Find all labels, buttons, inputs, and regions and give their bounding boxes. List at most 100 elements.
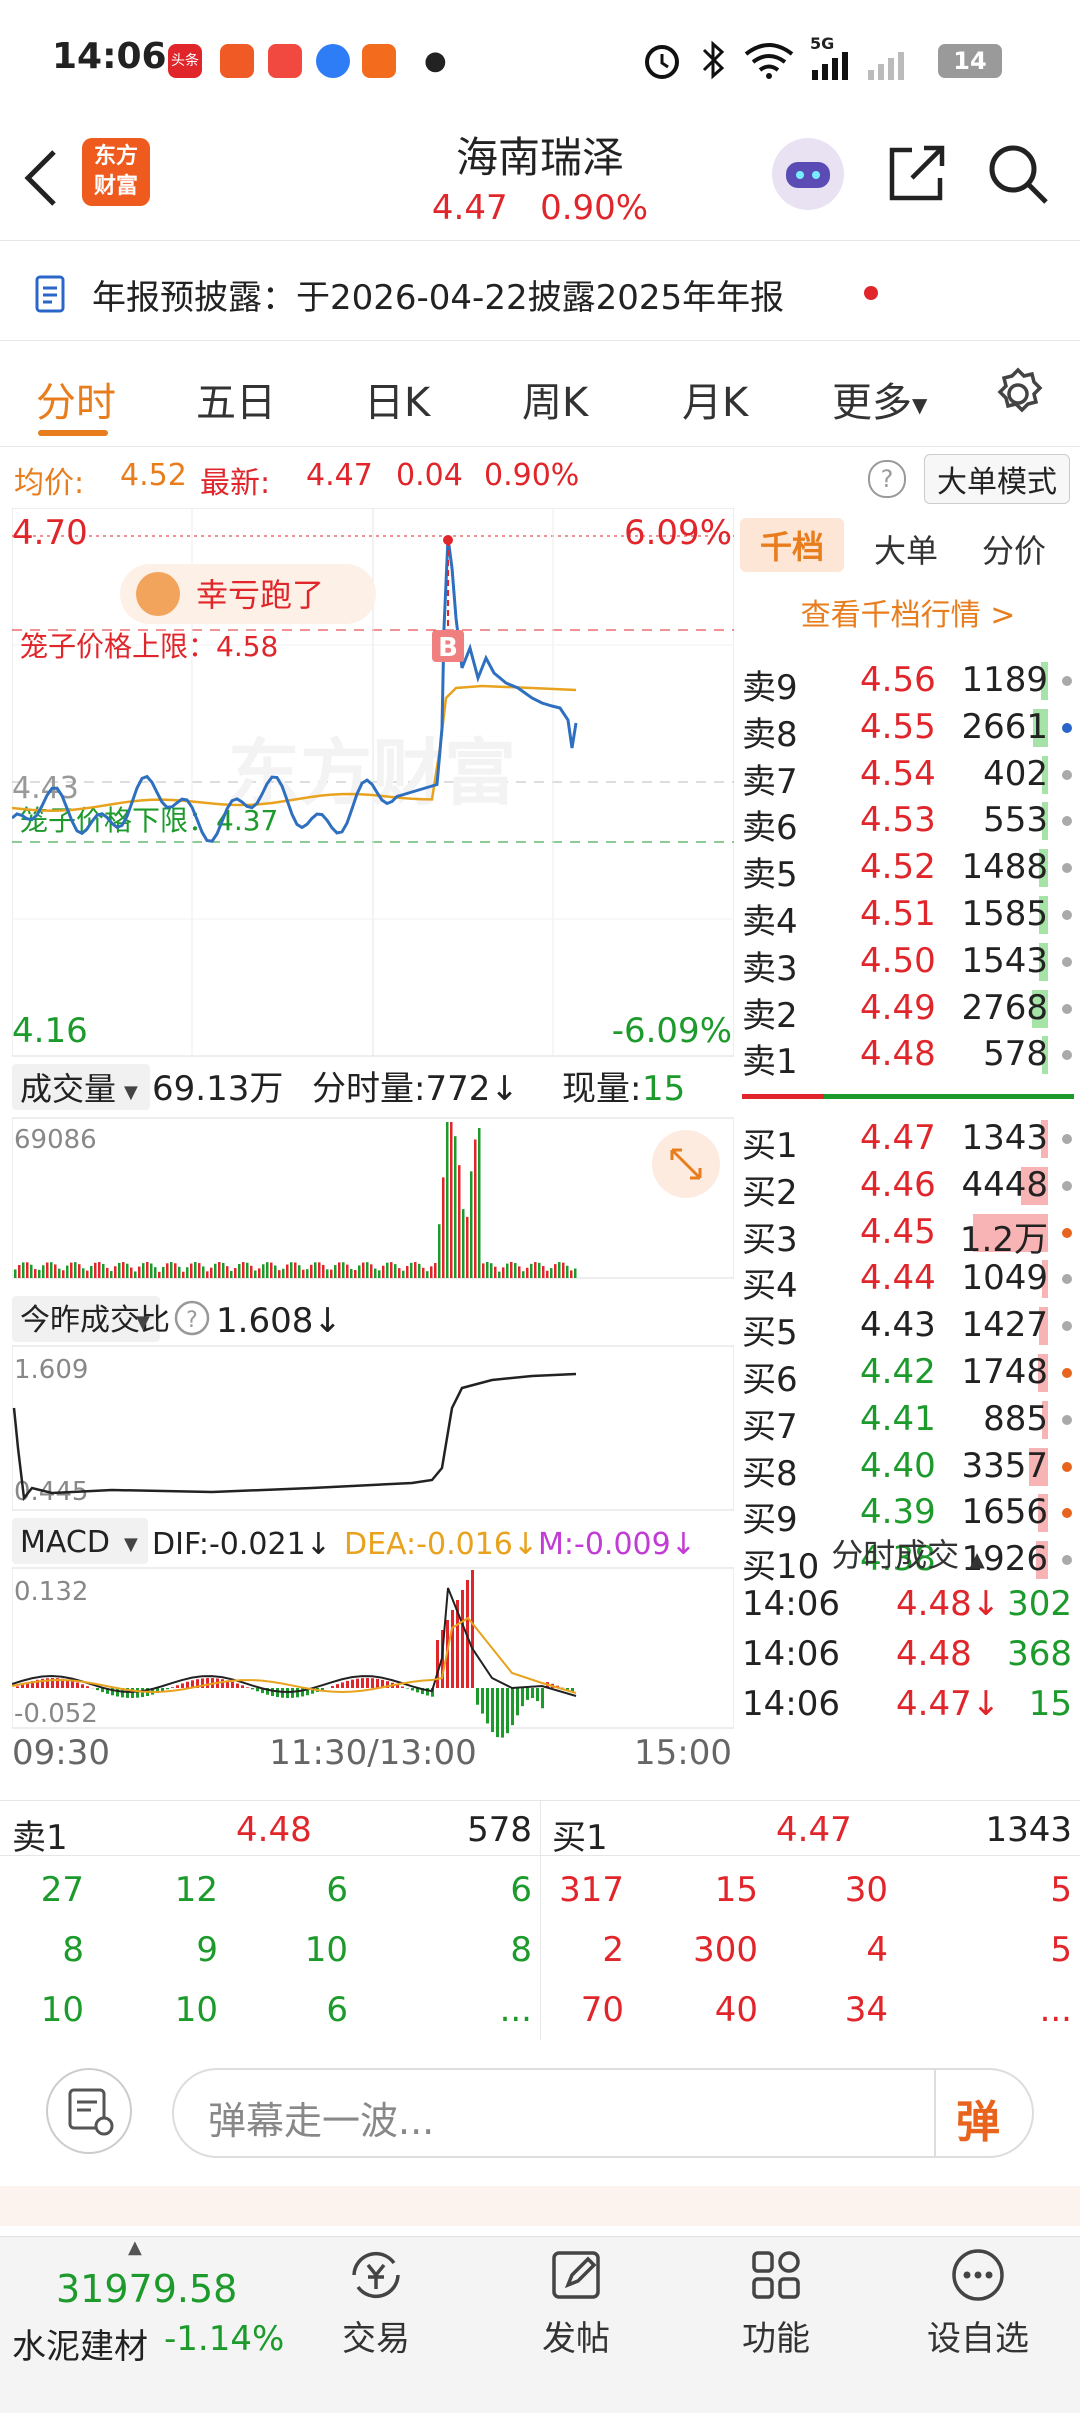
- buy-level-label: 买8: [742, 1446, 798, 1495]
- macd-bar: [251, 1688, 254, 1689]
- buy-order-row[interactable]: 买74.41885: [736, 1395, 1080, 1443]
- macd-m: M:-0.009↓: [538, 1527, 696, 1562]
- volume-bar: [478, 1128, 481, 1278]
- tab-daily-k[interactable]: 日K: [364, 370, 430, 428]
- trades-title[interactable]: 分时成交 ▲: [736, 1530, 1080, 1576]
- sell-order-row[interactable]: 卖44.511585: [736, 890, 1080, 938]
- nav-add-watchlist[interactable]: 设自选: [908, 2245, 1048, 2360]
- macd-bar: [291, 1688, 294, 1698]
- tab-more[interactable]: 更多▼: [832, 370, 927, 428]
- sector-index[interactable]: ▲ 31979.58 水泥建材 -1.14%: [0, 2237, 290, 2413]
- change-value: 0.04: [396, 458, 463, 493]
- volume-bar: [570, 1270, 573, 1278]
- sell-order-row[interactable]: 卖54.521488: [736, 843, 1080, 891]
- buy-level-volume: 1049: [961, 1258, 1048, 1298]
- danmaku-input[interactable]: 弹幕走一波... 弹: [172, 2068, 1034, 2158]
- buy-order-row[interactable]: 买24.464448: [736, 1161, 1080, 1209]
- help-icon[interactable]: ?: [868, 460, 906, 498]
- buy-level-volume: 3357: [961, 1446, 1048, 1486]
- danmaku-send-button[interactable]: 弹: [956, 2086, 1000, 2150]
- macd-bar: [176, 1685, 179, 1688]
- buy-order-row[interactable]: 买14.471343: [736, 1114, 1080, 1162]
- sell-order-row[interactable]: 卖94.561189: [736, 656, 1080, 704]
- sell-queue-cell: 8: [62, 1930, 84, 1970]
- buy-level-volume: 1656: [961, 1492, 1048, 1532]
- sell-order-row[interactable]: 卖14.48578: [736, 1030, 1080, 1078]
- sell-queue-cell: 10: [305, 1930, 348, 1970]
- macd-min-label: -0.052: [14, 1699, 98, 1729]
- volume-bar: [118, 1263, 121, 1278]
- settings-gear-icon[interactable]: [990, 366, 1046, 422]
- volume-bar: [474, 1139, 477, 1278]
- volume-bar: [538, 1263, 541, 1278]
- tab-monthly-k[interactable]: 月K: [682, 370, 748, 428]
- quote-buy-label: 买1: [552, 1810, 608, 1859]
- danmaku-placeholder: 弹幕走一波...: [208, 2090, 434, 2145]
- buy-queue-cell: 34: [845, 1990, 888, 2030]
- volume-bar: [270, 1263, 273, 1278]
- buy-order-row[interactable]: 买54.431427: [736, 1301, 1080, 1349]
- shopping-app-icon: [362, 44, 396, 78]
- tab-intraday[interactable]: 分时: [36, 370, 116, 428]
- avg-label: 均价:: [14, 458, 84, 502]
- share-icon[interactable]: [886, 142, 948, 204]
- macd-bar: [526, 1688, 529, 1700]
- buy-queue-cell: 5: [1050, 1930, 1072, 1970]
- macd-bar: [231, 1682, 234, 1688]
- buy-level-volume: 885: [983, 1399, 1048, 1439]
- volume-bar: [174, 1263, 177, 1278]
- annual-report-notice[interactable]: 年报预披露：于2026-04-22披露2025年年报: [0, 242, 1080, 341]
- tab-big-order[interactable]: 大单: [874, 526, 938, 572]
- more-dots-icon: [948, 2245, 1008, 2305]
- volume-bar: [334, 1265, 337, 1278]
- sell-level-price: 4.54: [860, 754, 936, 794]
- macd-bar: [451, 1610, 454, 1688]
- buy-order-row[interactable]: 买44.441049: [736, 1254, 1080, 1302]
- ai-assistant-icon[interactable]: [770, 136, 846, 212]
- sell-level-volume: 1189: [961, 660, 1048, 700]
- volume-bar: [262, 1264, 265, 1278]
- volume-bar: [374, 1269, 377, 1278]
- nav-trade[interactable]: 交易: [306, 2245, 446, 2360]
- sell-level-dot: [1062, 863, 1072, 873]
- danmaku-settings-button[interactable]: [46, 2068, 132, 2154]
- volume-panel: 69086: [12, 1118, 734, 1278]
- nav-functions[interactable]: 功能: [706, 2245, 846, 2360]
- caret-down-icon: ▼: [912, 393, 927, 417]
- volume-bar: [454, 1136, 457, 1278]
- nav-post[interactable]: 发帖: [506, 2245, 646, 2360]
- buy-level-label: 买2: [742, 1165, 798, 1214]
- tab-five-day[interactable]: 五日: [196, 370, 276, 428]
- sell-order-row[interactable]: 卖74.54402: [736, 750, 1080, 798]
- buy-order-row[interactable]: 买64.421748: [736, 1348, 1080, 1396]
- volume-bar: [294, 1262, 297, 1278]
- volume-bar: [406, 1266, 409, 1278]
- bottom-nav: ▲ 31979.58 水泥建材 -1.14% 交易 发帖 功能 设自选: [0, 2236, 1080, 2413]
- search-icon[interactable]: [986, 142, 1050, 206]
- volume-bar: [218, 1262, 221, 1278]
- tab-depth[interactable]: 千档: [740, 518, 844, 572]
- macd-selector: MACD: [20, 1525, 110, 1560]
- sell-order-row[interactable]: 卖84.552661: [736, 703, 1080, 751]
- volume-bar: [214, 1264, 217, 1278]
- tab-price-distribution[interactable]: 分价: [982, 526, 1046, 572]
- volume-bar: [498, 1272, 501, 1278]
- intraday-chart[interactable]: 东方财富 幸亏跑了 4.70 6.09% 4.43 笼子价格上限：4.58 笼子…: [12, 508, 734, 1772]
- sell-order-row[interactable]: 卖64.53553: [736, 796, 1080, 844]
- sell-order-row[interactable]: 卖24.492768: [736, 984, 1080, 1032]
- volume-bar: [526, 1268, 529, 1278]
- promo-strip: [0, 2186, 1080, 2226]
- macd-bar: [361, 1678, 364, 1688]
- view-depth-link[interactable]: 查看千档行情 >: [736, 590, 1080, 634]
- buy-order-row[interactable]: 买34.451.2万: [736, 1208, 1080, 1256]
- buy-level-label: 买4: [742, 1258, 798, 1307]
- buy-order-row[interactable]: 买84.403357: [736, 1442, 1080, 1490]
- volume-bar: [442, 1177, 445, 1278]
- macd-bar: [406, 1688, 409, 1689]
- big-order-mode-button[interactable]: 大单模式: [924, 454, 1070, 504]
- buy-level-volume: 1748: [961, 1352, 1048, 1392]
- sell-order-row[interactable]: 卖34.501543: [736, 937, 1080, 985]
- svg-text:▼: ▼: [124, 1534, 138, 1555]
- tab-weekly-k[interactable]: 周K: [522, 370, 588, 428]
- volume-bar: [298, 1265, 301, 1278]
